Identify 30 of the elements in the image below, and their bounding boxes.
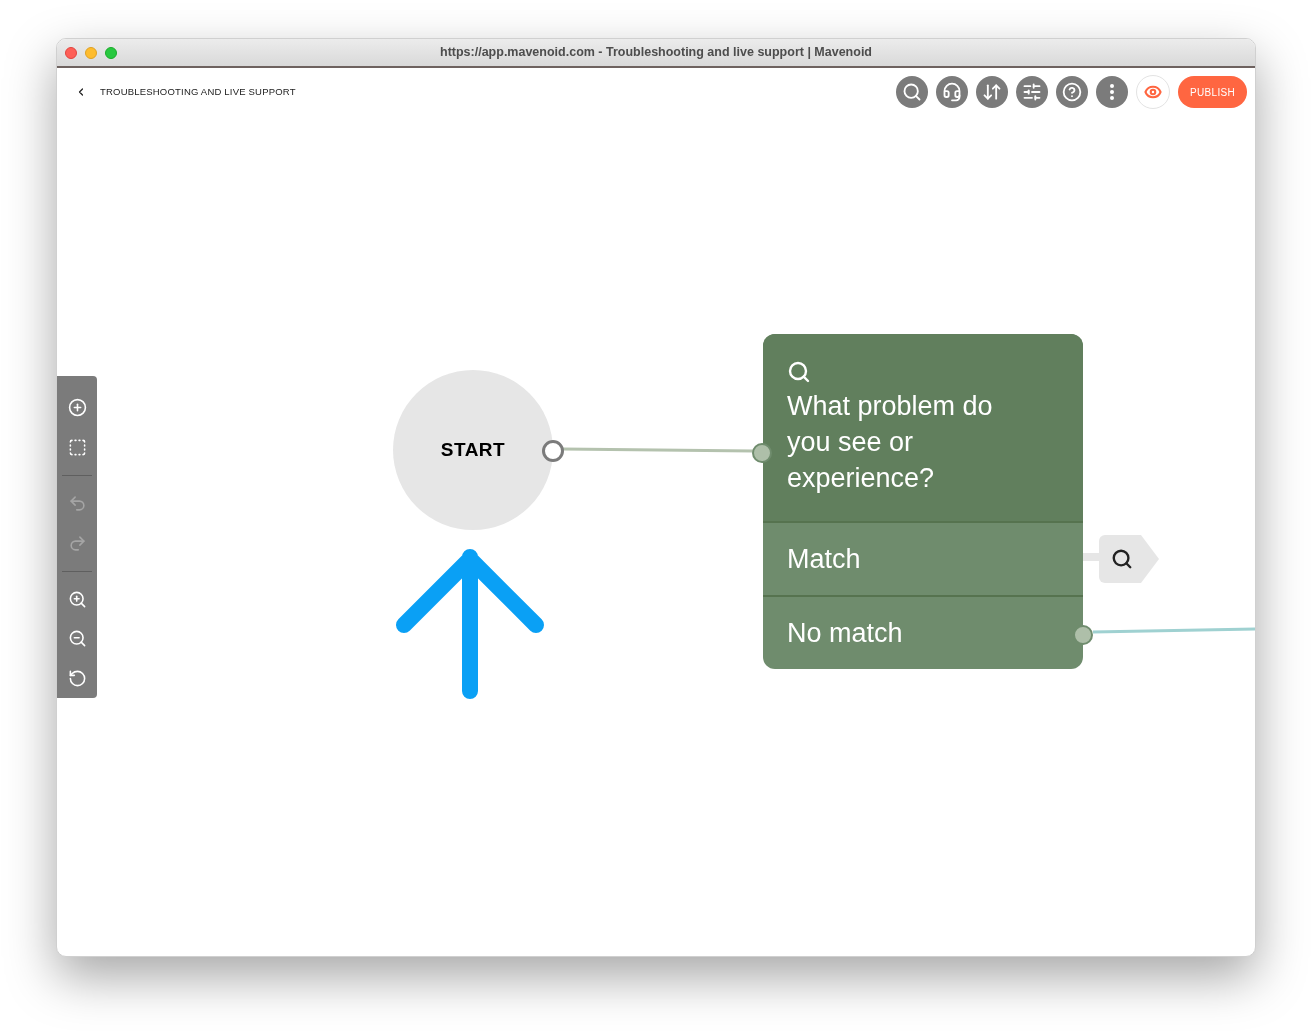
help-icon	[1062, 82, 1083, 102]
window-title: https://app.mavenoid.com - Troubleshooting and live support | Mavenoid	[439, 44, 873, 62]
headset-icon	[942, 82, 963, 102]
close-window-button[interactable]	[65, 46, 77, 59]
more-menu-button[interactable]	[1096, 76, 1129, 108]
start-label: START	[440, 437, 506, 462]
question-node[interactable]: What problem do you see or experience? Match No match	[763, 334, 1083, 669]
page-title: TROUBLESHOOTING AND LIVE SUPPORT	[100, 84, 296, 99]
output-port[interactable]	[542, 440, 564, 462]
eye-icon	[1144, 83, 1163, 101]
zoom-window-button[interactable]	[105, 46, 117, 59]
output-port[interactable]	[1073, 625, 1093, 645]
preview-button[interactable]	[1136, 75, 1171, 109]
sort-icon	[982, 82, 1003, 102]
headset-button[interactable]	[936, 76, 969, 108]
input-port[interactable]	[752, 443, 772, 463]
question-text: What problem do you see or experience?	[787, 390, 994, 495]
search-icon	[902, 82, 923, 102]
more-menu-icon	[1110, 84, 1115, 100]
search-icon	[1111, 548, 1133, 570]
search-icon	[787, 360, 811, 384]
search-tag[interactable]	[1099, 535, 1159, 583]
publish-button[interactable]: PUBLISH	[1178, 76, 1247, 108]
start-node[interactable]: START	[393, 370, 553, 530]
settings-button[interactable]	[1016, 76, 1049, 108]
settings-icon	[1022, 82, 1043, 102]
sort-button[interactable]	[976, 76, 1009, 108]
help-button[interactable]	[1056, 76, 1089, 108]
search-button[interactable]	[896, 76, 929, 108]
answer-option[interactable]: Match	[763, 521, 1083, 595]
